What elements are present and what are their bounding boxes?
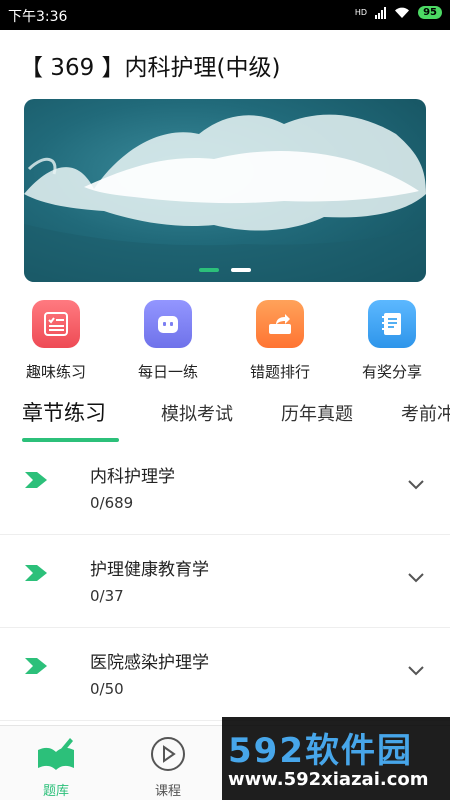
wifi-icon	[395, 7, 410, 18]
chapter-progress: 0/37	[90, 587, 124, 605]
carousel-dot-active[interactable]	[199, 268, 219, 272]
quick-action-reward-share[interactable]: 有奖分享	[342, 300, 442, 382]
site-watermark: 592软件园 www.592xiazai.com	[222, 717, 450, 800]
tab-past-exams[interactable]: 历年真题	[281, 400, 353, 426]
tab-chapter-practice[interactable]: 章节练习	[22, 397, 106, 427]
chapter-name: 内科护理学	[90, 467, 175, 487]
nav-label: 课程	[154, 784, 181, 799]
carousel-dot[interactable]	[231, 268, 251, 272]
chevron-down-icon[interactable]	[408, 573, 424, 583]
battery-indicator: 95	[418, 6, 442, 19]
status-time: 下午3:36	[8, 9, 68, 25]
chapter-progress: 0/689	[90, 494, 134, 512]
tab-pre-exam-sprint[interactable]: 考前冲	[401, 400, 450, 426]
chapter-row[interactable]: 医院感染护理学 0/50	[0, 628, 450, 721]
chapter-name: 医院感染护理学	[90, 653, 209, 673]
watermark-url: www.592xiazai.com	[228, 769, 429, 790]
network-type-label: HD	[354, 8, 368, 17]
quick-action-fun-practice[interactable]: 趣味练习	[6, 300, 106, 382]
notebook-icon	[368, 300, 416, 348]
status-icons: HD 95	[355, 6, 442, 19]
nav-question-bank[interactable]: 题库	[16, 736, 96, 799]
quick-action-daily-practice[interactable]: 每日一练	[118, 300, 218, 382]
chapter-arrow-icon	[25, 565, 47, 581]
chapter-arrow-icon	[25, 658, 47, 674]
banner-wave-image	[24, 114, 426, 282]
banner-carousel[interactable]	[24, 99, 426, 282]
page-title: 【 369 】内科护理(中级)	[20, 55, 281, 81]
quick-action-label: 有奖分享	[361, 363, 422, 381]
quick-action-label: 趣味练习	[25, 363, 86, 381]
chapter-row[interactable]: 护理健康教育学 0/37	[0, 535, 450, 628]
quick-action-label: 每日一练	[137, 363, 198, 381]
chapter-name: 护理健康教育学	[90, 560, 209, 580]
chapter-progress: 0/50	[90, 680, 124, 698]
robot-face-icon	[144, 300, 192, 348]
share-box-icon	[256, 300, 304, 348]
book-pen-icon	[38, 738, 74, 770]
chevron-down-icon[interactable]	[408, 480, 424, 490]
checklist-icon	[32, 300, 80, 348]
status-bar: 下午3:36 HD 95	[0, 0, 450, 30]
nav-label: 题库	[42, 784, 69, 799]
quick-action-wrong-ranking[interactable]: 错题排行	[230, 300, 330, 382]
nav-courses[interactable]: 课程	[128, 736, 208, 799]
chapter-row[interactable]: 内科护理学 0/689	[0, 442, 450, 535]
chapter-arrow-icon	[25, 472, 47, 488]
signal-icon	[375, 6, 387, 19]
tab-mock-exam[interactable]: 模拟考试	[161, 400, 233, 426]
watermark-brand: 592软件园	[228, 731, 413, 771]
play-circle-icon	[151, 737, 185, 771]
chevron-down-icon[interactable]	[408, 666, 424, 676]
quick-action-label: 错题排行	[249, 363, 310, 381]
category-tabs: 章节练习 模拟考试 历年真题 考前冲	[0, 392, 450, 442]
